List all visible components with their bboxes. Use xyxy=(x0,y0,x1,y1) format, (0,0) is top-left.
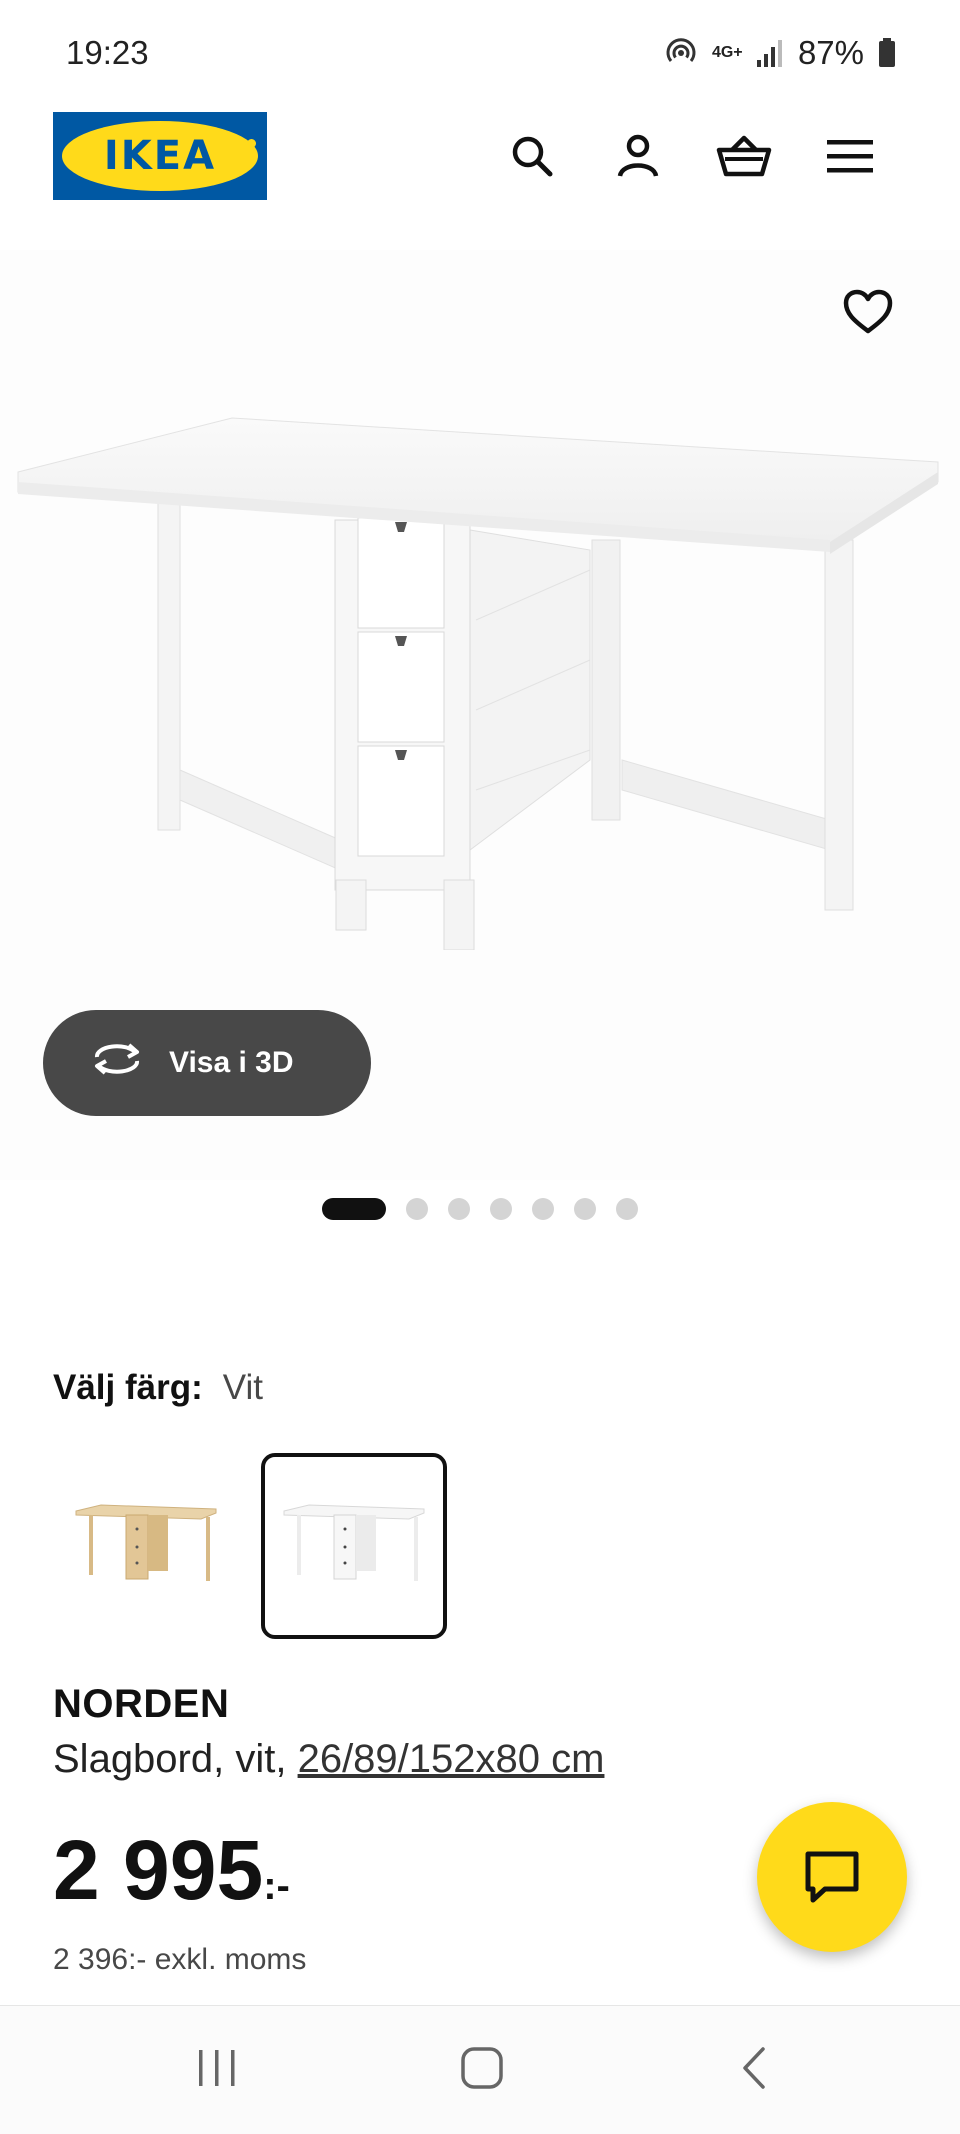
price-excl-vat: 2 396:- exkl. moms xyxy=(53,1943,307,1976)
status-indicators: 4G+ 87% xyxy=(664,34,896,72)
white-table-thumbnail xyxy=(283,1504,425,1581)
shopping-basket-icon[interactable] xyxy=(714,126,774,186)
site-header: IKEA xyxy=(0,110,960,240)
status-bar: 19:23 4G+ 87% xyxy=(0,0,960,110)
gallery-dot[interactable] xyxy=(532,1198,554,1220)
battery-level: 87% xyxy=(797,34,864,71)
chat-icon xyxy=(805,1851,859,1903)
logo-text: IKEA xyxy=(103,133,217,179)
color-selector: Välj färg: Vit xyxy=(53,1368,263,1408)
product-name: NORDEN xyxy=(53,1682,230,1726)
view-in-3d-button[interactable]: Visa i 3D xyxy=(43,1010,371,1116)
gallery-dot[interactable] xyxy=(490,1198,512,1220)
signal-icon xyxy=(756,38,784,68)
price-amount: 2 995 xyxy=(53,1823,264,1917)
color-option-white[interactable] xyxy=(261,1453,447,1639)
hotspot-icon xyxy=(664,36,698,70)
gallery-dot[interactable] xyxy=(322,1198,386,1220)
gallery-dot[interactable] xyxy=(574,1198,596,1220)
product-type: Slagbord, vit, xyxy=(53,1737,298,1781)
back-icon[interactable] xyxy=(720,2036,790,2100)
menu-icon[interactable] xyxy=(820,126,880,186)
birch-table-thumbnail xyxy=(75,1504,217,1581)
system-navigation-bar xyxy=(0,2005,960,2134)
rotate-3d-icon xyxy=(89,1039,145,1087)
table-product-photo xyxy=(17,417,939,950)
search-icon[interactable] xyxy=(502,126,562,186)
gallery-dot[interactable] xyxy=(616,1198,638,1220)
product-measurements-link[interactable]: 26/89/152x80 cm xyxy=(298,1737,605,1781)
recent-apps-icon[interactable] xyxy=(182,2036,252,2100)
chat-button[interactable] xyxy=(757,1802,907,1952)
battery-icon xyxy=(878,38,896,68)
ikea-logo[interactable]: IKEA xyxy=(53,112,267,200)
price-currency-suffix: :- xyxy=(263,1864,290,1908)
color-label: Välj färg: xyxy=(53,1368,203,1407)
view-in-3d-label: Visa i 3D xyxy=(169,1046,294,1079)
gallery-dot[interactable] xyxy=(406,1198,428,1220)
gallery-dot[interactable] xyxy=(448,1198,470,1220)
product-description: Slagbord, vit, 26/89/152x80 cm xyxy=(53,1737,604,1782)
color-option-birch[interactable] xyxy=(53,1453,239,1639)
network-type: 4G+ xyxy=(711,44,743,61)
account-icon[interactable] xyxy=(608,126,668,186)
product-price: 2 995 :- xyxy=(53,1828,290,1912)
product-image-gallery[interactable]: Visa i 3D xyxy=(0,250,960,1180)
status-time: 19:23 xyxy=(66,34,149,71)
gallery-pagination xyxy=(0,1198,960,1220)
home-icon[interactable] xyxy=(447,2036,517,2100)
selected-color-value: Vit xyxy=(222,1368,263,1407)
